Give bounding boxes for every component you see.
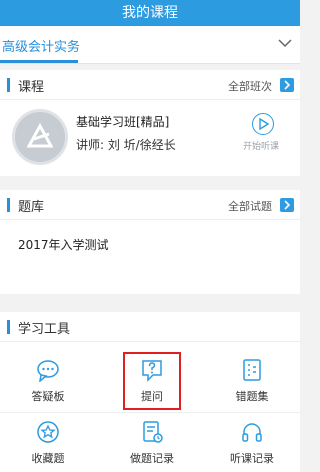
tools-section-title: 学习工具 — [18, 322, 71, 337]
tool-qa-board[interactable]: 答疑板 — [10, 358, 86, 408]
tool-label: 错题集 — [235, 390, 269, 403]
section-marker — [7, 320, 10, 334]
tool-exam-records[interactable]: 做题记录 — [114, 420, 190, 470]
exam-item[interactable]: 2017年入学测试 — [18, 236, 109, 253]
selected-course-label: 高级会计实务 — [2, 40, 81, 55]
tool-label: 听课记录 — [230, 452, 274, 465]
course-logo-icon — [12, 109, 68, 165]
tools-section-header: 学习工具 — [0, 312, 300, 342]
exam-section: 题库 全部试题 2017年入学测试 — [0, 190, 300, 294]
start-listening-label: 开始听课 — [243, 142, 280, 152]
star-icon — [37, 421, 59, 443]
chevron-down-icon[interactable] — [278, 38, 292, 48]
all-classes-link[interactable]: 全部班次 — [228, 78, 272, 94]
course-selector[interactable]: 高级会计实务 — [0, 26, 300, 64]
chevron-right-icon[interactable] — [280, 78, 294, 92]
course-name: 基础学习班[精品] — [76, 115, 170, 129]
course-item[interactable]: 基础学习班[精品] 讲师: 刘 圻/徐经长 开始听课 — [0, 101, 300, 171]
exam-record-icon — [143, 421, 163, 443]
tool-favorites[interactable]: 收藏题 — [10, 420, 86, 470]
highlight-box — [123, 352, 181, 410]
course-section-header: 课程 全部班次 — [0, 70, 300, 100]
play-icon — [252, 113, 274, 135]
section-marker — [7, 78, 10, 92]
selected-underline — [0, 60, 78, 63]
tool-label: 答疑板 — [31, 390, 65, 403]
page-title: 我的课程 — [122, 5, 178, 21]
chevron-right-icon[interactable] — [280, 198, 294, 212]
headphones-icon — [242, 423, 262, 442]
tool-wrong-questions[interactable]: 错题集 — [214, 358, 290, 408]
exam-section-header: 题库 全部试题 — [0, 190, 300, 220]
divider — [0, 412, 300, 413]
course-section: 课程 全部班次 基础学习班[精品] 讲师: 刘 圻/徐经长 开始听课 — [0, 70, 300, 176]
tool-label: 做题记录 — [130, 452, 174, 465]
tool-label: 收藏题 — [31, 452, 65, 465]
section-marker — [7, 198, 10, 212]
course-section-title: 课程 — [18, 80, 45, 95]
page-header: 我的课程 — [0, 0, 300, 26]
chat-icon — [37, 360, 59, 382]
exam-section-title: 题库 — [18, 200, 45, 215]
notebook-icon — [243, 359, 261, 381]
all-exams-link[interactable]: 全部试题 — [228, 198, 272, 214]
start-listening-button[interactable]: 开始听课 — [240, 111, 288, 159]
tool-listening-records[interactable]: 听课记录 — [214, 420, 290, 470]
course-teacher: 讲师: 刘 圻/徐经长 — [76, 138, 176, 152]
